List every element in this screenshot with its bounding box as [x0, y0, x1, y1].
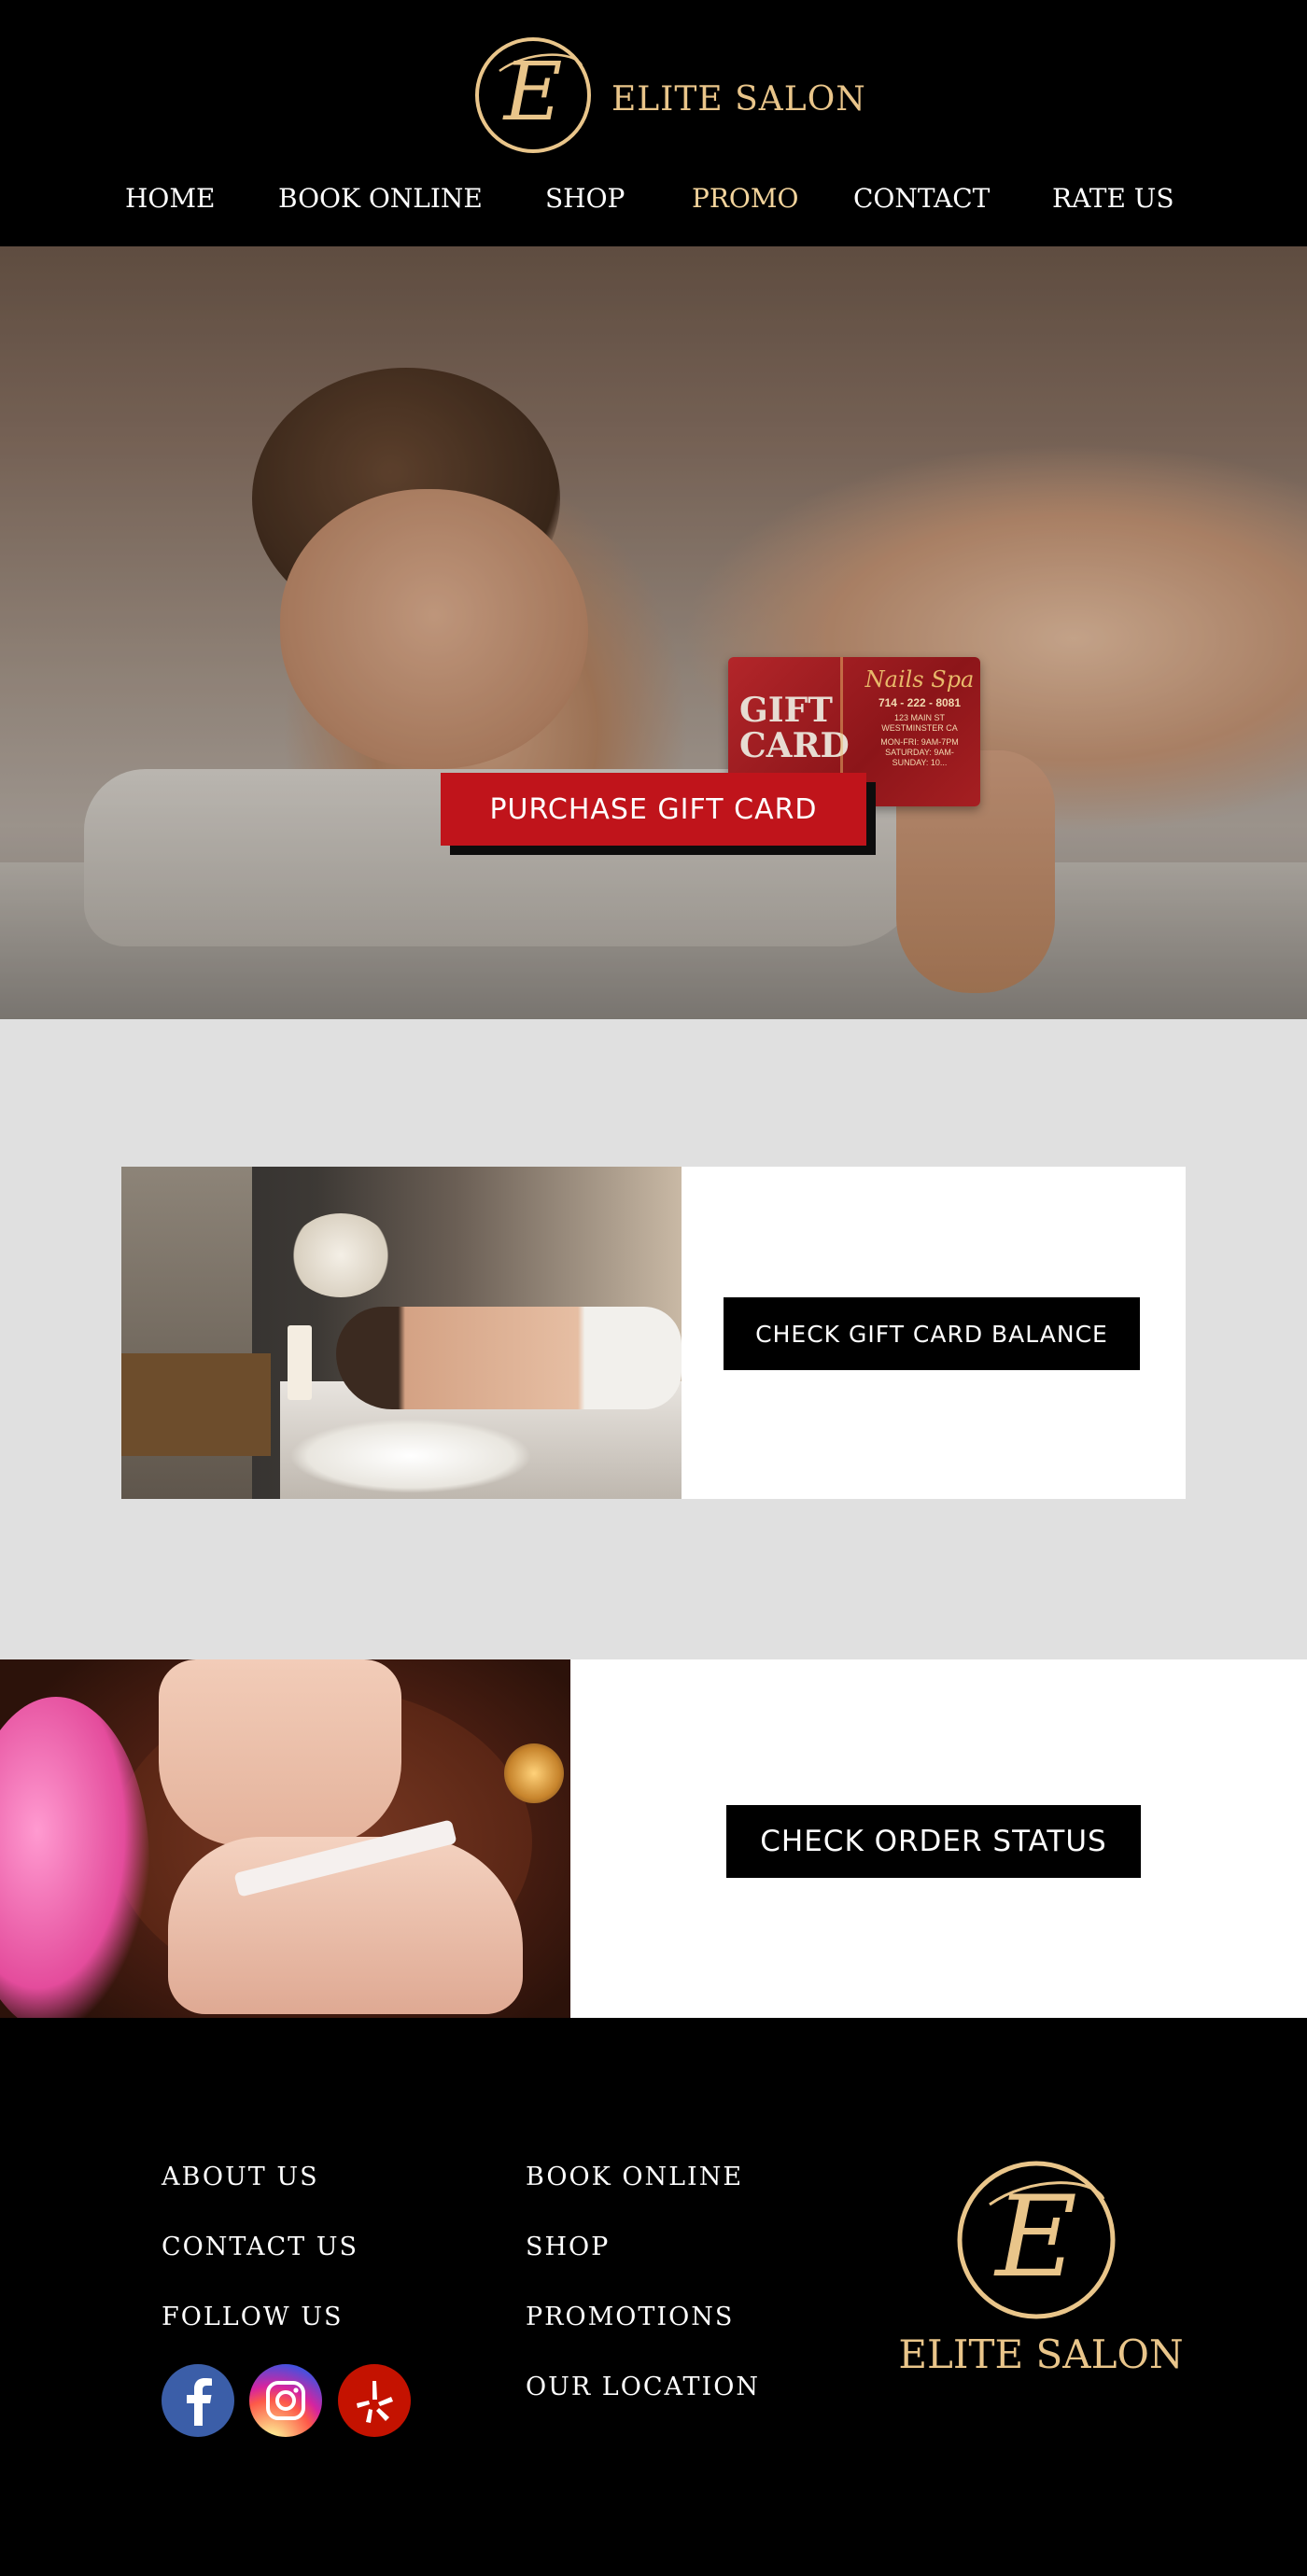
svg-text:E: E — [502, 46, 563, 139]
footer-contact-us[interactable]: CONTACT US — [162, 2233, 358, 2261]
yelp-glyph — [357, 2381, 393, 2423]
gift-card-address-line1: 123 MAIN ST — [893, 713, 946, 722]
gift-card-balance-section: CHECK GIFT CARD BALANCE — [0, 1019, 1307, 1659]
gift-card-title: GIFT CARD — [739, 693, 850, 763]
brand-logo[interactable]: E ELITE SALON — [471, 34, 865, 164]
gift-card-brand: Nails Spa — [864, 666, 975, 693]
yelp-icon[interactable] — [338, 2364, 411, 2437]
gift-card-hours-line1: MON-FRI: 9AM-7PM — [880, 737, 959, 747]
gift-card-hours-line3: SUNDAY: 10... — [892, 758, 948, 767]
instagram-glyph — [266, 2381, 305, 2420]
nav-contact[interactable]: CONTACT — [853, 183, 990, 214]
footer-about-us[interactable]: ABOUT US — [162, 2163, 319, 2191]
nav-promo[interactable]: PROMO — [692, 183, 799, 214]
nav-shop[interactable]: SHOP — [545, 183, 625, 214]
pedicure-image — [0, 1659, 570, 2018]
pedicure-orchids — [0, 1697, 149, 2018]
nav-book-online[interactable]: BOOK ONLINE — [278, 183, 483, 214]
site-header: E ELITE SALON HOME BOOK ONLINE SHOP PROM… — [0, 0, 1307, 246]
gift-card-title-line1: GIFT — [739, 691, 833, 730]
footer-logo[interactable]: E ELITE SALON — [887, 2156, 1195, 2389]
footer-book-online[interactable]: BOOK ONLINE — [526, 2163, 743, 2191]
hero-overlay — [0, 246, 1307, 1019]
gift-card-phone: 714 - 222 - 8081 — [878, 696, 962, 709]
check-order-status-button[interactable]: CHECK ORDER STATUS — [726, 1805, 1141, 1878]
footer-follow-us: FOLLOW US — [162, 2303, 344, 2331]
spa-person — [336, 1307, 682, 1409]
footer-shop[interactable]: SHOP — [526, 2233, 610, 2261]
gift-card-details: Nails Spa 714 - 222 - 8081 123 MAIN ST W… — [864, 666, 976, 768]
pedicure-foot — [159, 1659, 401, 1846]
gift-card-address-line2: WESTMINSTER CA — [881, 723, 958, 733]
footer-our-location[interactable]: OUR LOCATION — [526, 2373, 760, 2401]
monogram-logo-icon: E — [475, 37, 591, 153]
facebook-glyph — [187, 2378, 212, 2426]
gift-card-address: 123 MAIN ST WESTMINSTER CA — [864, 713, 976, 734]
svg-text:E: E — [993, 2173, 1077, 2303]
facebook-icon[interactable] — [162, 2364, 234, 2437]
gift-card-hours-line2: SATURDAY: 9AM- — [885, 748, 954, 757]
nav-rate-us[interactable]: RATE US — [1052, 183, 1174, 214]
spa-flowers — [289, 1213, 392, 1297]
spa-cabinet — [121, 1353, 271, 1456]
order-status-section: CHECK ORDER STATUS — [0, 1659, 1307, 2018]
brand-name: ELITE SALON — [611, 80, 866, 119]
footer-brand-name: ELITE SALON — [898, 2331, 1184, 2377]
pedicure-candle — [504, 1743, 564, 1803]
footer-promotions[interactable]: PROMOTIONS — [526, 2303, 734, 2331]
main-nav: HOME BOOK ONLINE SHOP PROMO CONTACT RATE… — [0, 183, 1307, 230]
purchase-gift-card-button[interactable]: PURCHASE GIFT CARD — [441, 773, 866, 846]
instagram-icon[interactable] — [249, 2364, 322, 2437]
spa-orchids — [289, 1419, 532, 1493]
spa-candle — [288, 1325, 312, 1400]
gift-card-title-line2: CARD — [739, 726, 850, 765]
nav-home[interactable]: HOME — [125, 183, 215, 214]
hero-banner: GIFT CARD Nails Spa 714 - 222 - 8081 123… — [0, 246, 1307, 1019]
check-gift-card-balance-button[interactable]: CHECK GIFT CARD BALANCE — [724, 1297, 1140, 1370]
footer-monogram-icon: E — [957, 2161, 1116, 2319]
gift-card-hours: MON-FRI: 9AM-7PM SATURDAY: 9AM- SUNDAY: … — [864, 737, 976, 768]
balance-card: CHECK GIFT CARD BALANCE — [121, 1167, 1186, 1499]
spa-couple-image — [121, 1167, 682, 1499]
